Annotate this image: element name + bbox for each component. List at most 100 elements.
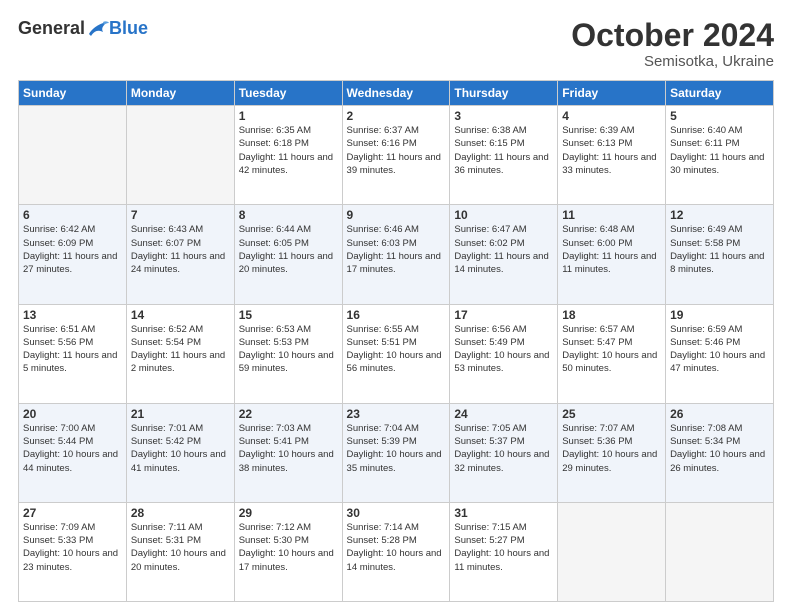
- day-info: Sunrise: 7:07 AMSunset: 5:36 PMDaylight:…: [562, 422, 661, 475]
- day-number: 31: [454, 506, 553, 520]
- day-info: Sunrise: 6:51 AMSunset: 5:56 PMDaylight:…: [23, 323, 122, 376]
- day-number: 3: [454, 109, 553, 123]
- calendar-cell: 17Sunrise: 6:56 AMSunset: 5:49 PMDayligh…: [450, 304, 558, 403]
- day-header: Thursday: [450, 81, 558, 106]
- calendar-cell: 16Sunrise: 6:55 AMSunset: 5:51 PMDayligh…: [342, 304, 450, 403]
- logo-general-text: General: [18, 18, 85, 39]
- day-info: Sunrise: 7:11 AMSunset: 5:31 PMDaylight:…: [131, 521, 230, 574]
- day-number: 29: [239, 506, 338, 520]
- day-number: 22: [239, 407, 338, 421]
- logo: General Blue: [18, 18, 148, 39]
- day-header: Friday: [558, 81, 666, 106]
- day-number: 26: [670, 407, 769, 421]
- calendar: SundayMondayTuesdayWednesdayThursdayFrid…: [18, 80, 774, 602]
- day-info: Sunrise: 7:05 AMSunset: 5:37 PMDaylight:…: [454, 422, 553, 475]
- day-number: 25: [562, 407, 661, 421]
- calendar-cell: 27Sunrise: 7:09 AMSunset: 5:33 PMDayligh…: [19, 502, 127, 601]
- calendar-cell: 1Sunrise: 6:35 AMSunset: 6:18 PMDaylight…: [234, 106, 342, 205]
- day-info: Sunrise: 7:03 AMSunset: 5:41 PMDaylight:…: [239, 422, 338, 475]
- main-title: October 2024: [571, 18, 774, 53]
- day-header: Saturday: [666, 81, 774, 106]
- day-info: Sunrise: 6:42 AMSunset: 6:09 PMDaylight:…: [23, 223, 122, 276]
- day-info: Sunrise: 6:49 AMSunset: 5:58 PMDaylight:…: [670, 223, 769, 276]
- calendar-cell: 23Sunrise: 7:04 AMSunset: 5:39 PMDayligh…: [342, 403, 450, 502]
- day-number: 16: [347, 308, 446, 322]
- calendar-row: 1Sunrise: 6:35 AMSunset: 6:18 PMDaylight…: [19, 106, 774, 205]
- day-info: Sunrise: 6:47 AMSunset: 6:02 PMDaylight:…: [454, 223, 553, 276]
- day-number: 20: [23, 407, 122, 421]
- day-header: Tuesday: [234, 81, 342, 106]
- calendar-cell: 14Sunrise: 6:52 AMSunset: 5:54 PMDayligh…: [126, 304, 234, 403]
- calendar-cell: [558, 502, 666, 601]
- calendar-header-row: SundayMondayTuesdayWednesdayThursdayFrid…: [19, 81, 774, 106]
- day-number: 9: [347, 208, 446, 222]
- day-info: Sunrise: 6:55 AMSunset: 5:51 PMDaylight:…: [347, 323, 446, 376]
- day-number: 18: [562, 308, 661, 322]
- day-number: 17: [454, 308, 553, 322]
- day-info: Sunrise: 6:43 AMSunset: 6:07 PMDaylight:…: [131, 223, 230, 276]
- day-info: Sunrise: 6:56 AMSunset: 5:49 PMDaylight:…: [454, 323, 553, 376]
- day-number: 6: [23, 208, 122, 222]
- calendar-cell: 21Sunrise: 7:01 AMSunset: 5:42 PMDayligh…: [126, 403, 234, 502]
- calendar-cell: [666, 502, 774, 601]
- day-info: Sunrise: 6:59 AMSunset: 5:46 PMDaylight:…: [670, 323, 769, 376]
- calendar-cell: [19, 106, 127, 205]
- day-info: Sunrise: 7:00 AMSunset: 5:44 PMDaylight:…: [23, 422, 122, 475]
- day-header: Sunday: [19, 81, 127, 106]
- calendar-cell: 18Sunrise: 6:57 AMSunset: 5:47 PMDayligh…: [558, 304, 666, 403]
- calendar-cell: 3Sunrise: 6:38 AMSunset: 6:15 PMDaylight…: [450, 106, 558, 205]
- day-header: Monday: [126, 81, 234, 106]
- logo-bird-icon: [87, 20, 109, 38]
- calendar-cell: 25Sunrise: 7:07 AMSunset: 5:36 PMDayligh…: [558, 403, 666, 502]
- day-number: 11: [562, 208, 661, 222]
- calendar-cell: 2Sunrise: 6:37 AMSunset: 6:16 PMDaylight…: [342, 106, 450, 205]
- day-number: 21: [131, 407, 230, 421]
- day-number: 7: [131, 208, 230, 222]
- day-info: Sunrise: 6:37 AMSunset: 6:16 PMDaylight:…: [347, 124, 446, 177]
- day-number: 1: [239, 109, 338, 123]
- calendar-cell: 4Sunrise: 6:39 AMSunset: 6:13 PMDaylight…: [558, 106, 666, 205]
- calendar-cell: 26Sunrise: 7:08 AMSunset: 5:34 PMDayligh…: [666, 403, 774, 502]
- day-number: 13: [23, 308, 122, 322]
- calendar-row: 13Sunrise: 6:51 AMSunset: 5:56 PMDayligh…: [19, 304, 774, 403]
- day-info: Sunrise: 7:15 AMSunset: 5:27 PMDaylight:…: [454, 521, 553, 574]
- day-info: Sunrise: 7:08 AMSunset: 5:34 PMDaylight:…: [670, 422, 769, 475]
- calendar-cell: 9Sunrise: 6:46 AMSunset: 6:03 PMDaylight…: [342, 205, 450, 304]
- day-info: Sunrise: 7:04 AMSunset: 5:39 PMDaylight:…: [347, 422, 446, 475]
- day-info: Sunrise: 6:39 AMSunset: 6:13 PMDaylight:…: [562, 124, 661, 177]
- day-number: 28: [131, 506, 230, 520]
- day-number: 8: [239, 208, 338, 222]
- day-info: Sunrise: 6:52 AMSunset: 5:54 PMDaylight:…: [131, 323, 230, 376]
- calendar-cell: 10Sunrise: 6:47 AMSunset: 6:02 PMDayligh…: [450, 205, 558, 304]
- day-info: Sunrise: 6:57 AMSunset: 5:47 PMDaylight:…: [562, 323, 661, 376]
- calendar-cell: 20Sunrise: 7:00 AMSunset: 5:44 PMDayligh…: [19, 403, 127, 502]
- day-number: 12: [670, 208, 769, 222]
- calendar-cell: [126, 106, 234, 205]
- day-number: 30: [347, 506, 446, 520]
- day-number: 10: [454, 208, 553, 222]
- day-info: Sunrise: 6:53 AMSunset: 5:53 PMDaylight:…: [239, 323, 338, 376]
- calendar-cell: 28Sunrise: 7:11 AMSunset: 5:31 PMDayligh…: [126, 502, 234, 601]
- day-info: Sunrise: 6:46 AMSunset: 6:03 PMDaylight:…: [347, 223, 446, 276]
- day-header: Wednesday: [342, 81, 450, 106]
- day-info: Sunrise: 6:40 AMSunset: 6:11 PMDaylight:…: [670, 124, 769, 177]
- logo-blue-text: Blue: [109, 18, 148, 39]
- calendar-cell: 8Sunrise: 6:44 AMSunset: 6:05 PMDaylight…: [234, 205, 342, 304]
- calendar-cell: 12Sunrise: 6:49 AMSunset: 5:58 PMDayligh…: [666, 205, 774, 304]
- page: General Blue October 2024 Semisotka, Ukr…: [0, 0, 792, 612]
- calendar-cell: 13Sunrise: 6:51 AMSunset: 5:56 PMDayligh…: [19, 304, 127, 403]
- calendar-cell: 7Sunrise: 6:43 AMSunset: 6:07 PMDaylight…: [126, 205, 234, 304]
- subtitle: Semisotka, Ukraine: [571, 53, 774, 70]
- calendar-cell: 11Sunrise: 6:48 AMSunset: 6:00 PMDayligh…: [558, 205, 666, 304]
- calendar-row: 20Sunrise: 7:00 AMSunset: 5:44 PMDayligh…: [19, 403, 774, 502]
- calendar-cell: 15Sunrise: 6:53 AMSunset: 5:53 PMDayligh…: [234, 304, 342, 403]
- day-info: Sunrise: 6:48 AMSunset: 6:00 PMDaylight:…: [562, 223, 661, 276]
- calendar-cell: 6Sunrise: 6:42 AMSunset: 6:09 PMDaylight…: [19, 205, 127, 304]
- calendar-cell: 29Sunrise: 7:12 AMSunset: 5:30 PMDayligh…: [234, 502, 342, 601]
- calendar-cell: 24Sunrise: 7:05 AMSunset: 5:37 PMDayligh…: [450, 403, 558, 502]
- calendar-cell: 30Sunrise: 7:14 AMSunset: 5:28 PMDayligh…: [342, 502, 450, 601]
- day-info: Sunrise: 7:01 AMSunset: 5:42 PMDaylight:…: [131, 422, 230, 475]
- calendar-cell: 5Sunrise: 6:40 AMSunset: 6:11 PMDaylight…: [666, 106, 774, 205]
- calendar-cell: 22Sunrise: 7:03 AMSunset: 5:41 PMDayligh…: [234, 403, 342, 502]
- calendar-row: 6Sunrise: 6:42 AMSunset: 6:09 PMDaylight…: [19, 205, 774, 304]
